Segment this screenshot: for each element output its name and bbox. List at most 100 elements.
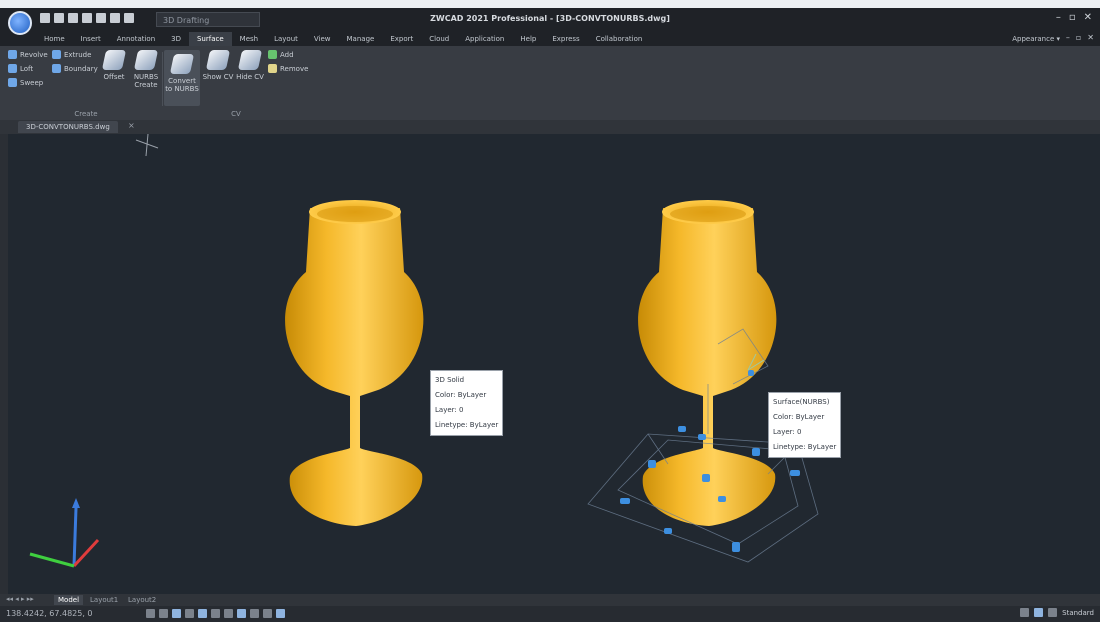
otrack-toggle-icon[interactable] [211, 609, 220, 618]
tooltip-color: Color: ByLayer [435, 391, 487, 399]
tab-manage[interactable]: Manage [339, 32, 383, 46]
tab-layout1[interactable]: Layout1 [86, 595, 122, 605]
status-bar: 138.4242, 67.4825, 0 Standard [0, 606, 1100, 622]
restore-icon[interactable]: ▫ [1069, 12, 1076, 23]
doc-window-controls: – ▫ ✕ [1066, 33, 1094, 42]
grid-toggle-icon[interactable] [146, 609, 155, 618]
hardware-accel-icon[interactable] [1034, 608, 1044, 617]
add-cv-label: Add [280, 50, 294, 59]
loft-label: Loft [20, 64, 34, 73]
tab-annotation[interactable]: Annotation [109, 32, 163, 46]
hide-cv-label: Hide CV [236, 73, 264, 81]
tab-3d[interactable]: 3D [163, 32, 189, 46]
tooltip-object-type: 3D Solid [435, 376, 465, 384]
tab-layout2[interactable]: Layout2 [124, 595, 160, 605]
cad-application-window: 3D Drafting ZWCAD 2021 Professional - [3… [0, 8, 1100, 622]
tooltip-linetype: Linetype: ByLayer [435, 421, 499, 429]
tab-layout[interactable]: Layout [266, 32, 306, 46]
loft-icon [8, 64, 17, 73]
tab-application[interactable]: Application [457, 32, 512, 46]
panel-divider [162, 52, 163, 106]
annotation-scale-icon[interactable] [263, 609, 272, 618]
boundary-label: Boundary [64, 64, 98, 73]
nurbs-create-icon [133, 50, 159, 70]
boundary-icon [52, 64, 61, 73]
tab-view[interactable]: View [306, 32, 339, 46]
doc-restore-icon[interactable]: ▫ [1076, 33, 1081, 42]
cv-panel: Convert to NURBS Show CV Hide CV Add Rem… [164, 48, 308, 118]
create-panel-label: Create [74, 110, 98, 118]
show-cv-button[interactable]: Show CV [200, 50, 236, 81]
hide-cv-icon [237, 50, 263, 70]
lock-ui-icon[interactable] [1020, 608, 1030, 617]
glass-nurbs-surface[interactable] [587, 200, 819, 563]
ribbon-tabs: Home Insert Annotation 3D Surface Mesh Layout V… [36, 32, 650, 46]
remove-cv-label: Remove [280, 64, 309, 73]
close-tab-icon[interactable]: × [128, 121, 135, 130]
convert-to-nurbs-icon [169, 54, 195, 74]
sweep-icon [8, 78, 17, 87]
cv-panel-label: CV [231, 110, 241, 118]
tooltip-layer: Layer: 0 [435, 406, 464, 414]
surface-properties-tooltip: Surface(NURBS) Color: ByLayer Layer: 0 L… [768, 392, 842, 458]
drawing-viewport[interactable]: 3D Solid Color: ByLayer Layer: 0 Linetyp… [8, 134, 1100, 594]
minimize-icon[interactable]: – [1056, 12, 1061, 23]
appearance-menu[interactable]: Appearance ▾ [1012, 32, 1060, 46]
isolate-objects-icon[interactable] [1048, 608, 1058, 617]
tab-help[interactable]: Help [512, 32, 544, 46]
ribbon-tab-bar: Home Insert Annotation 3D Surface Mesh Layout V… [0, 32, 1100, 46]
add-cv-button[interactable]: Add [268, 50, 294, 59]
tab-home[interactable]: Home [36, 32, 73, 46]
glass-3d-solid[interactable] [285, 200, 424, 526]
revolve-button[interactable]: Revolve [8, 50, 48, 59]
tab-model[interactable]: Model [54, 595, 84, 605]
window-controls: – ▫ ✕ [1056, 12, 1092, 23]
nurbs-create-button[interactable]: NURBS Create [128, 50, 164, 89]
tab-mesh[interactable]: Mesh [232, 32, 266, 46]
close-icon[interactable]: ✕ [1084, 12, 1092, 23]
extrude-button[interactable]: Extrude [52, 50, 91, 59]
dynamic-input-icon[interactable] [237, 609, 246, 618]
snap-toggle-icon[interactable] [159, 609, 168, 618]
tab-insert[interactable]: Insert [73, 32, 109, 46]
tab-collaboration[interactable]: Collaboration [588, 32, 651, 46]
boundary-button[interactable]: Boundary [52, 64, 98, 73]
sweep-button[interactable]: Sweep [8, 78, 43, 87]
tooltip-linetype: Linetype: ByLayer [773, 443, 837, 451]
ribbon-surface: Revolve Loft Sweep Extrude Boundary Offs… [0, 46, 1100, 121]
tab-express[interactable]: Express [544, 32, 587, 46]
show-cv-icon [205, 50, 231, 70]
hide-cv-button[interactable]: Hide CV [232, 50, 268, 81]
selection-cycle-icon[interactable] [250, 609, 259, 618]
extrude-icon [52, 50, 61, 59]
document-tab-bar: 3D-CONVTONURBS.dwg × [0, 120, 1100, 134]
offset-button[interactable]: Offset [96, 50, 132, 81]
workspace-switch-icon[interactable] [276, 609, 285, 618]
doc-minimize-icon[interactable]: – [1066, 33, 1070, 42]
revolve-label: Revolve [20, 50, 48, 59]
osnap-toggle-icon[interactable] [198, 609, 207, 618]
tab-cloud[interactable]: Cloud [421, 32, 457, 46]
offset-label: Offset [103, 73, 125, 81]
tab-export[interactable]: Export [382, 32, 421, 46]
ucs-axis-icon [29, 498, 100, 568]
layout-tab-bar: ◂◂ ◂ ▸ ▸▸ Model Layout1 Layout2 [0, 594, 1100, 606]
tab-surface[interactable]: Surface [188, 32, 232, 46]
remove-cv-button[interactable]: Remove [268, 64, 308, 73]
document-tab[interactable]: 3D-CONVTONURBS.dwg [18, 121, 118, 133]
polar-toggle-icon[interactable] [185, 609, 194, 618]
appearance-label: Appearance [1012, 35, 1055, 43]
layout-nav-arrows-icon[interactable]: ◂◂ ◂ ▸ ▸▸ [6, 595, 34, 603]
show-cv-label: Show CV [202, 73, 234, 81]
ortho-toggle-icon[interactable] [172, 609, 181, 618]
convert-to-nurbs-button[interactable]: Convert to NURBS [164, 50, 200, 106]
doc-close-icon[interactable]: ✕ [1087, 33, 1094, 42]
loft-button[interactable]: Loft [8, 64, 33, 73]
window-title: ZWCAD 2021 Professional - [3D-CONVTONURB… [430, 14, 670, 23]
app-logo-icon[interactable] [8, 11, 32, 35]
sweep-label: Sweep [20, 78, 44, 87]
tooltip-color: Color: ByLayer [773, 413, 825, 421]
tooltip-layer: Layer: 0 [773, 428, 802, 436]
lineweight-toggle-icon[interactable] [224, 609, 233, 618]
visual-style-label[interactable]: Standard [1062, 609, 1094, 617]
